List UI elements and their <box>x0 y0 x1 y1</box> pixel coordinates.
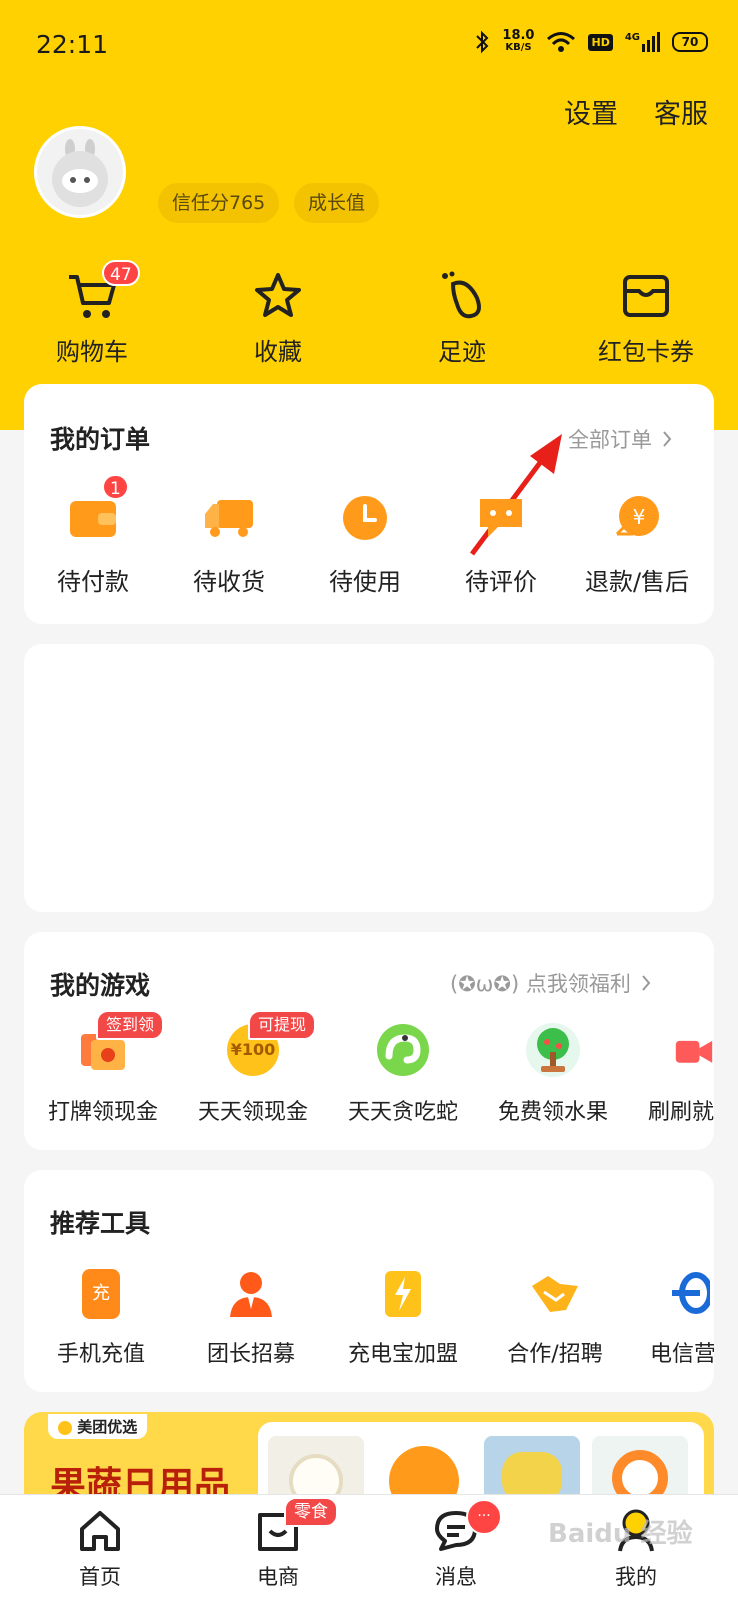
hd-badge: HD <box>588 33 613 51</box>
quick-link-coupons[interactable]: 红包卡券 <box>576 270 716 367</box>
nav-label: 电商 <box>257 1565 299 1589</box>
tool-leader-recruit[interactable]: 团长招募 <box>176 1266 326 1368</box>
nav-message-badge: ··· <box>466 1499 502 1535</box>
tool-powerbank[interactable]: 充电宝加盟 <box>328 1266 478 1368</box>
tool-label: 手机充值 <box>56 1342 145 1367</box>
avatar[interactable] <box>34 126 126 218</box>
order-to-use[interactable]: 待使用 <box>300 492 430 597</box>
nav-shop[interactable]: 电商 零食 <box>218 1497 338 1591</box>
nav-label: 消息 <box>435 1565 477 1589</box>
game-card-fruit[interactable]: 免费领水果 <box>478 1020 628 1126</box>
nav-home[interactable]: 首页 <box>40 1503 160 1591</box>
home-icon <box>80 1511 120 1551</box>
bluetooth-icon <box>476 30 489 54</box>
quick-link-favorites[interactable]: 收藏 <box>208 270 348 367</box>
game-card-video[interactable]: 刷刷就 <box>624 1020 714 1126</box>
tool-label: 电信营 <box>650 1342 714 1367</box>
quick-link-label: 购物车 <box>56 338 128 366</box>
chevron-right-icon <box>642 975 651 991</box>
order-label: 待评价 <box>465 568 537 596</box>
watermark: Baidu 经验 <box>548 1519 693 1549</box>
wallet-icon <box>623 275 669 317</box>
game-label: 免费领水果 <box>497 1100 608 1125</box>
tools-title: 推荐工具 <box>50 1209 151 1238</box>
signal-icon: 4G <box>625 32 660 52</box>
net-speed: 18.0 KB/S <box>502 28 535 53</box>
tool-telecom[interactable]: 电信营 <box>630 1266 714 1368</box>
powerbank-icon <box>385 1271 421 1317</box>
quick-link-label: 足迹 <box>438 338 486 366</box>
order-to-review[interactable]: 待评价 <box>436 492 566 597</box>
handshake-icon <box>532 1276 578 1312</box>
settings-link[interactable]: 设置 <box>564 92 618 131</box>
person-icon <box>230 1272 272 1317</box>
game-card-poker[interactable]: 打牌领现金 签到领 <box>28 1010 178 1126</box>
order-label: 待收货 <box>193 568 265 596</box>
refund-icon: ¥ <box>615 496 659 536</box>
game-tag: 可提现 <box>248 1010 317 1040</box>
video-icon <box>675 1040 713 1063</box>
telecom-icon <box>672 1272 710 1314</box>
banner-brand: 美团优选 <box>48 1414 148 1439</box>
quick-link-label: 收藏 <box>254 338 302 366</box>
cart-count-badge: 47 <box>102 260 140 286</box>
game-card-snake[interactable]: 天天贪吃蛇 <box>328 1020 478 1126</box>
empty-card <box>24 644 714 912</box>
all-orders-link[interactable]: 全部订单 <box>568 424 672 454</box>
nav-messages[interactable]: 消息 ··· <box>396 1499 516 1591</box>
game-card-cash[interactable]: ¥100 天天领现金 可提现 <box>178 1010 328 1126</box>
tool-label: 充电宝加盟 <box>347 1342 458 1367</box>
status-bar: 22:11 18.0 KB/S HD 4G 70 <box>0 0 738 90</box>
nav-label: 我的 <box>615 1565 657 1589</box>
tool-label: 合作/招聘 <box>507 1342 603 1367</box>
snake-icon <box>377 1024 429 1076</box>
order-pending-delivery[interactable]: 待收货 <box>164 492 294 597</box>
growth-pill[interactable]: 成长值 <box>294 183 380 223</box>
order-label: 退款/售后 <box>584 568 690 596</box>
orders-title: 我的订单 <box>50 425 151 454</box>
games-title: 我的游戏 <box>50 971 151 1000</box>
games-promo-label: (✪ω✪) 点我领福利 <box>450 972 631 996</box>
battery-indicator: 70 <box>672 32 708 52</box>
tool-recharge[interactable]: 充 手机充值 <box>26 1266 176 1368</box>
phone-icon: 充 <box>82 1269 120 1319</box>
quick-link-footprint[interactable]: 足迹 <box>392 270 532 367</box>
order-refund[interactable]: ¥ 退款/售后 <box>572 492 702 597</box>
nav-label: 首页 <box>79 1565 121 1589</box>
pending-payment-badge: 1 <box>102 474 129 500</box>
wallet-icon <box>70 501 116 537</box>
quick-link-cart[interactable]: 购物车 47 <box>22 260 162 367</box>
game-label: 打牌领现金 <box>47 1100 158 1125</box>
wifi-icon <box>547 32 576 52</box>
game-tag: 签到领 <box>96 1010 165 1040</box>
star-icon <box>255 273 301 317</box>
order-label: 待付款 <box>57 568 129 596</box>
game-label: 天天贪吃蛇 <box>347 1100 458 1125</box>
game-label: 天天领现金 <box>197 1100 308 1125</box>
clock-icon <box>343 496 387 540</box>
truck-icon <box>205 500 253 537</box>
tree-icon <box>526 1023 580 1077</box>
nav-shop-tag: 零食 <box>284 1497 338 1527</box>
status-icons: 18.0 KB/S HD 4G 70 <box>474 28 708 54</box>
bottom-nav: 首页 电商 零食 消息 ··· 我的 Baidu 经验 <box>0 1494 738 1600</box>
service-link[interactable]: 客服 <box>654 92 708 131</box>
all-orders-label: 全部订单 <box>568 428 652 452</box>
footprint-icon <box>442 271 481 319</box>
games-promo-link[interactable]: (✪ω✪) 点我领福利 <box>450 968 651 998</box>
chevron-right-icon <box>663 431 672 447</box>
order-label: 待使用 <box>329 568 401 596</box>
order-pending-payment[interactable]: 待付款 1 <box>28 474 158 597</box>
meituan-logo-icon <box>58 1420 72 1435</box>
tool-cooperation[interactable]: 合作/招聘 <box>480 1266 630 1368</box>
quick-link-label: 红包卡券 <box>598 338 694 366</box>
comment-icon <box>480 499 522 537</box>
tool-label: 团长招募 <box>206 1342 295 1367</box>
svg-text:¥: ¥ <box>633 505 646 529</box>
game-label: 刷刷就 <box>648 1100 714 1125</box>
status-time: 22:11 <box>36 30 109 59</box>
trust-score-pill[interactable]: 信任分765 <box>158 183 280 223</box>
